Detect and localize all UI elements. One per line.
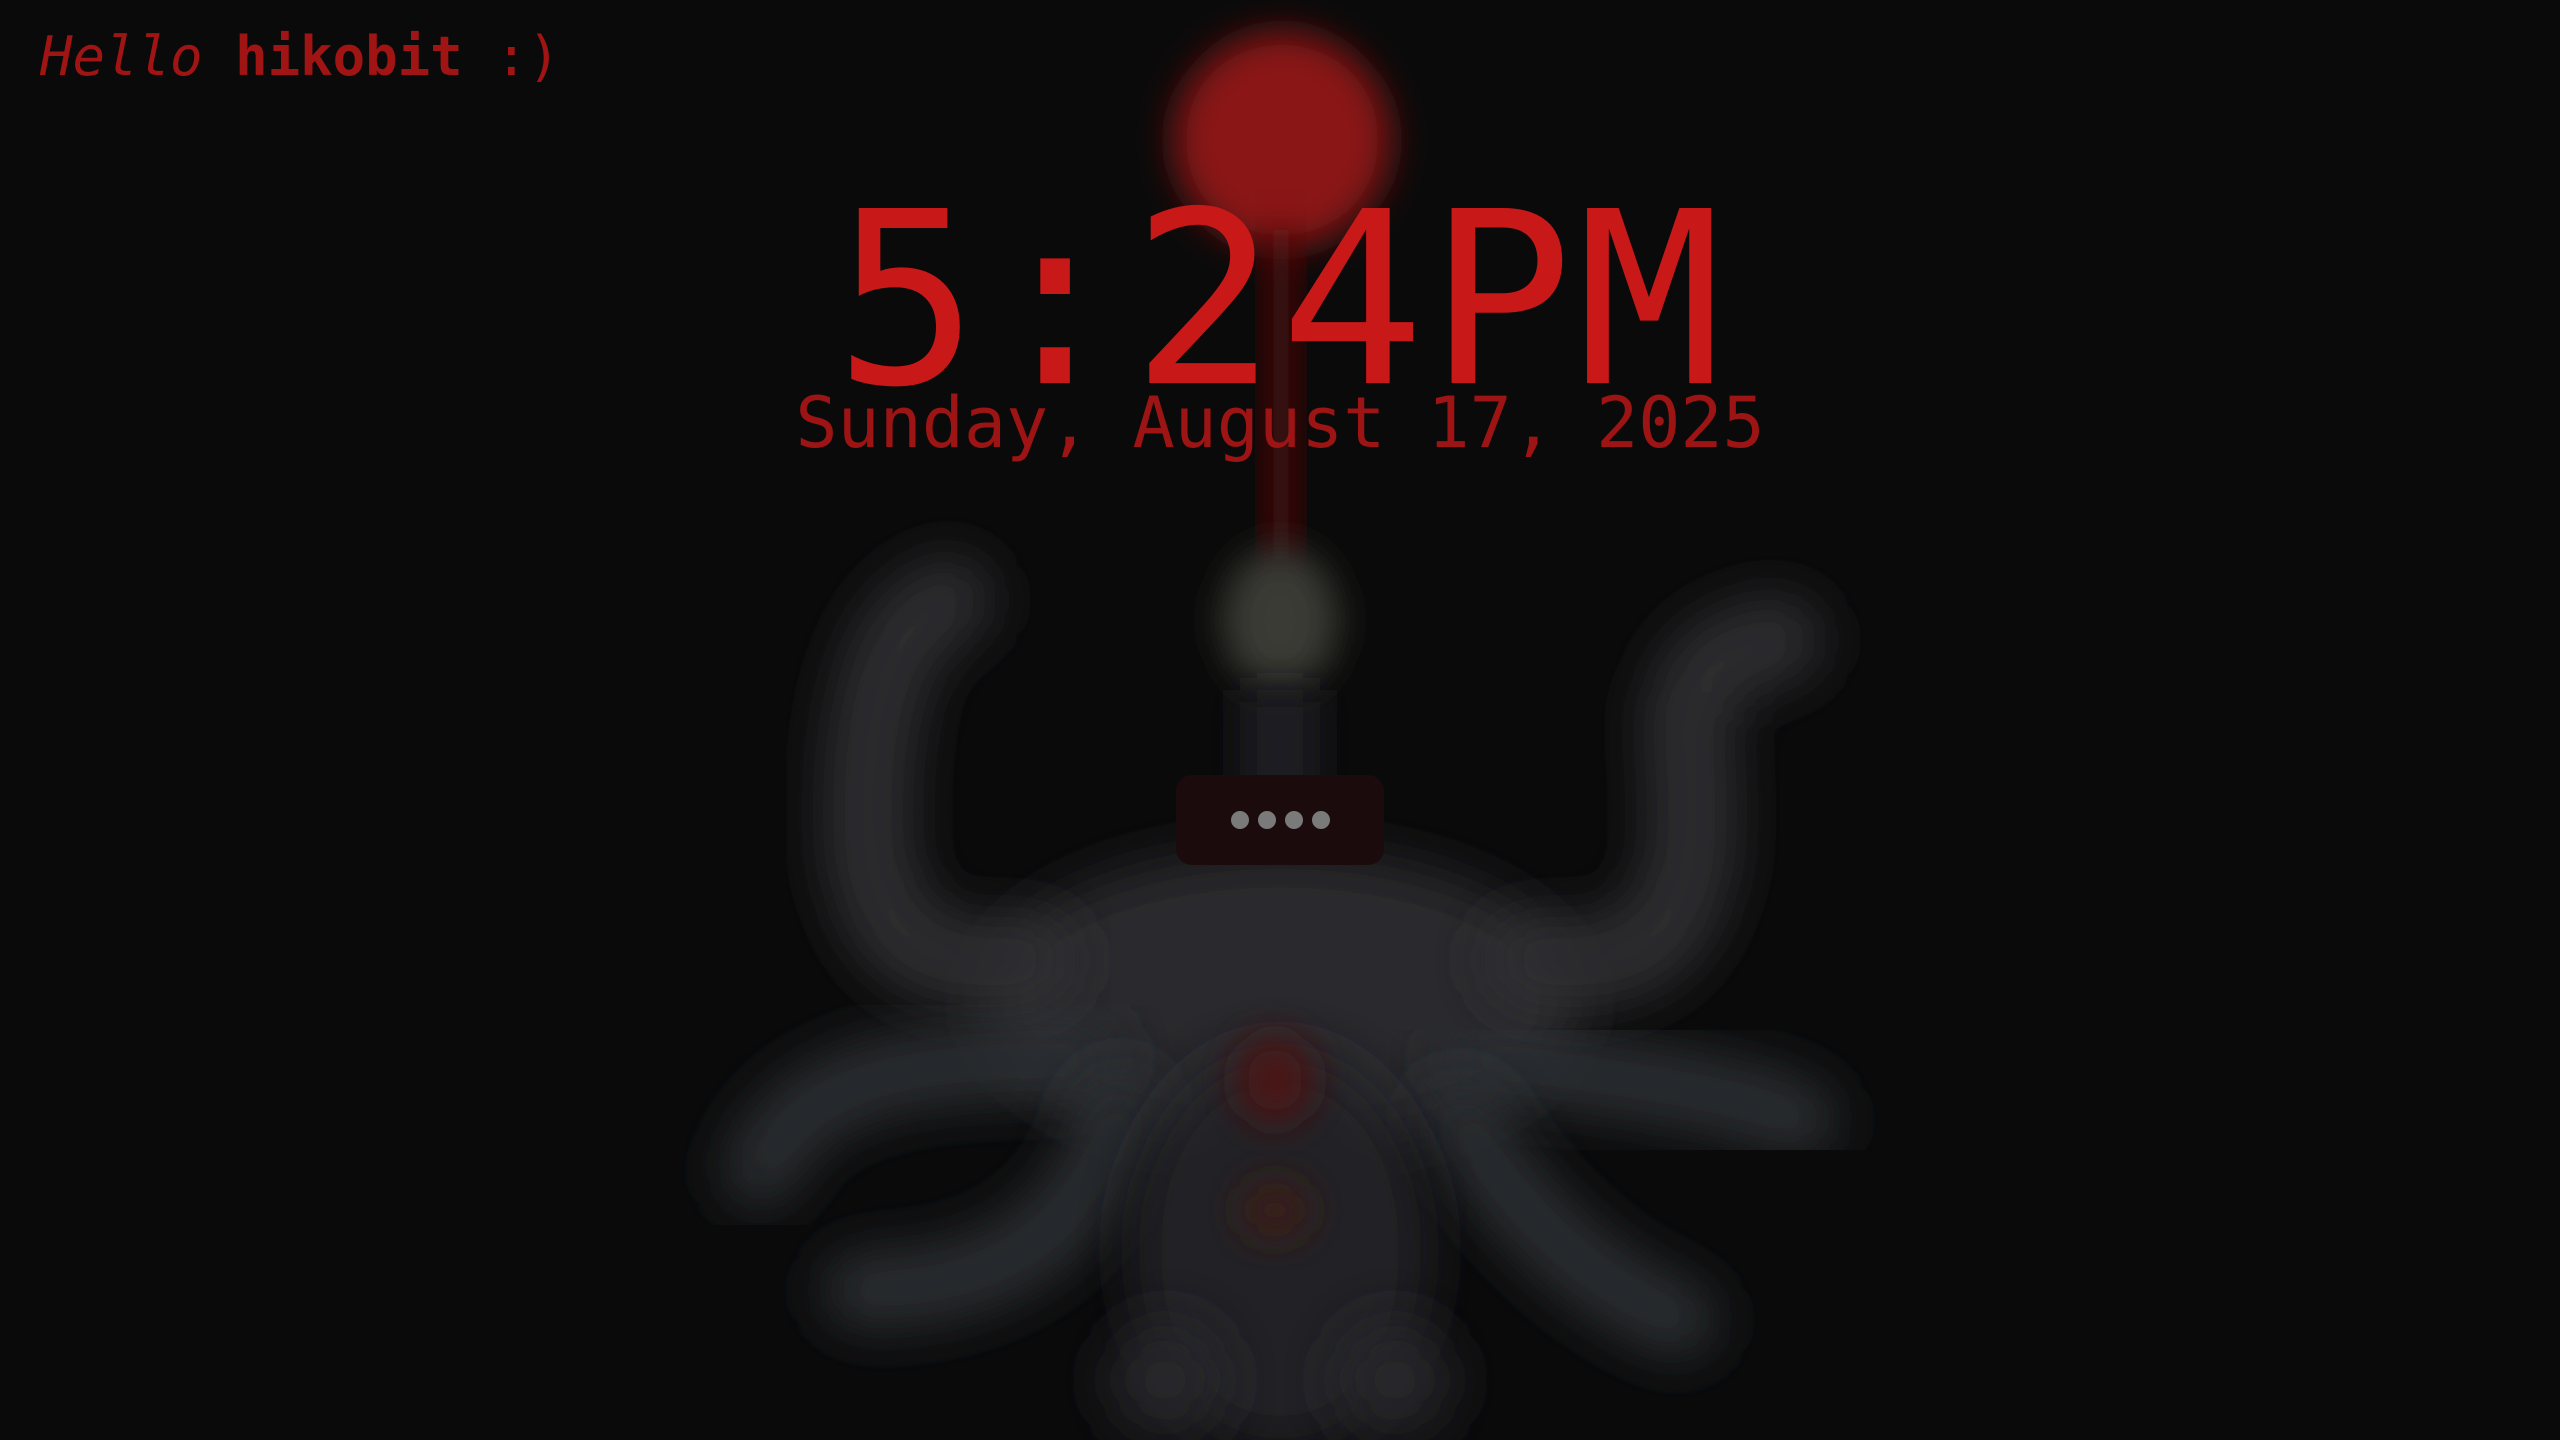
greeting-emoticon: :) <box>495 25 561 88</box>
password-mask-dot <box>1284 811 1303 829</box>
password-mask-dot <box>1230 811 1249 829</box>
password-input[interactable] <box>1176 775 1384 865</box>
greeting-word: Hello <box>40 25 203 88</box>
clock-date: Sunday, August 17, 2025 <box>795 382 1765 464</box>
password-mask-dot <box>1257 811 1276 829</box>
greeting-text: Hello hikobit :) <box>40 22 560 92</box>
greeting-username: hikobit <box>235 25 463 88</box>
password-mask-dot <box>1311 811 1330 829</box>
